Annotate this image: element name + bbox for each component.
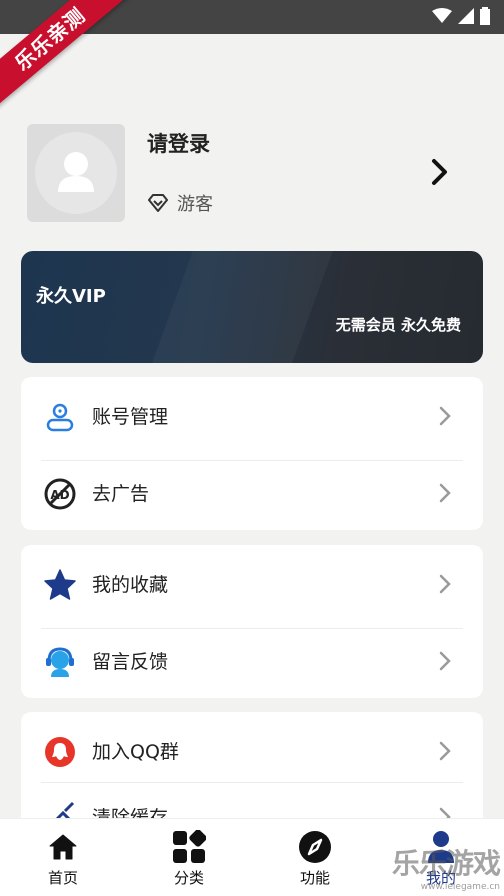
vip-card[interactable]: 永久VIP 无需会员 永久免费	[21, 251, 483, 363]
status-icons	[432, 7, 490, 25]
menu-item-label: 账号管理	[92, 406, 169, 428]
wifi-icon	[432, 8, 452, 23]
tab-home[interactable]: 首页	[0, 819, 126, 896]
vip-subtitle: 无需会员 永久免费	[335, 316, 461, 334]
chevron-right-icon	[439, 574, 451, 593]
category-grid-icon	[171, 829, 207, 865]
signal-icon	[458, 8, 474, 24]
user-account-icon	[43, 400, 77, 434]
compass-icon	[297, 829, 333, 865]
menu-item-label: 去广告	[92, 483, 150, 505]
watermark: 乐乐游戏 www.lelegame.cn	[391, 842, 501, 892]
avatar[interactable]	[27, 124, 125, 222]
watermark-url: www.lelegame.cn	[420, 882, 500, 892]
diamond-icon	[148, 194, 168, 212]
menu-item-feedback[interactable]: 留言反馈	[21, 622, 483, 699]
tab-label: 首页	[47, 869, 78, 887]
menu-item-label: 我的收藏	[92, 574, 169, 596]
chevron-right-icon[interactable]	[431, 158, 449, 186]
battery-icon	[480, 7, 490, 25]
tab-label: 功能	[299, 869, 330, 887]
menu-item-label: 加入QQ群	[92, 741, 179, 763]
menu-item-favorites[interactable]: 我的收藏	[21, 545, 483, 622]
chevron-right-icon	[439, 741, 451, 760]
menu-item-account[interactable]: 账号管理	[21, 377, 483, 454]
home-icon	[45, 829, 81, 865]
qq-icon	[43, 735, 77, 769]
user-role-label: 游客	[177, 194, 213, 215]
menu-group-favorites: 我的收藏 留言反馈	[21, 545, 483, 698]
vip-title: 永久VIP	[36, 286, 106, 307]
login-title[interactable]: 请登录	[147, 128, 210, 158]
no-ad-icon: AD	[43, 477, 77, 511]
avatar-placeholder-icon	[58, 152, 94, 192]
chevron-right-icon	[439, 651, 451, 670]
chevron-right-icon	[439, 406, 451, 425]
user-role: 游客	[147, 190, 213, 216]
menu-item-remove-ads[interactable]: AD 去广告	[21, 454, 483, 531]
tab-function[interactable]: 功能	[252, 819, 378, 896]
tab-category[interactable]: 分类	[126, 819, 252, 896]
star-icon	[43, 568, 77, 602]
tab-label: 分类	[173, 869, 204, 887]
chevron-right-icon	[439, 483, 451, 502]
profile-header[interactable]: 请登录 游客	[27, 124, 487, 224]
watermark-logo: 乐乐游戏	[391, 847, 501, 880]
headset-support-icon	[43, 645, 77, 679]
menu-item-label: 留言反馈	[92, 651, 169, 673]
menu-group-account: 账号管理 AD 去广告	[21, 377, 483, 530]
